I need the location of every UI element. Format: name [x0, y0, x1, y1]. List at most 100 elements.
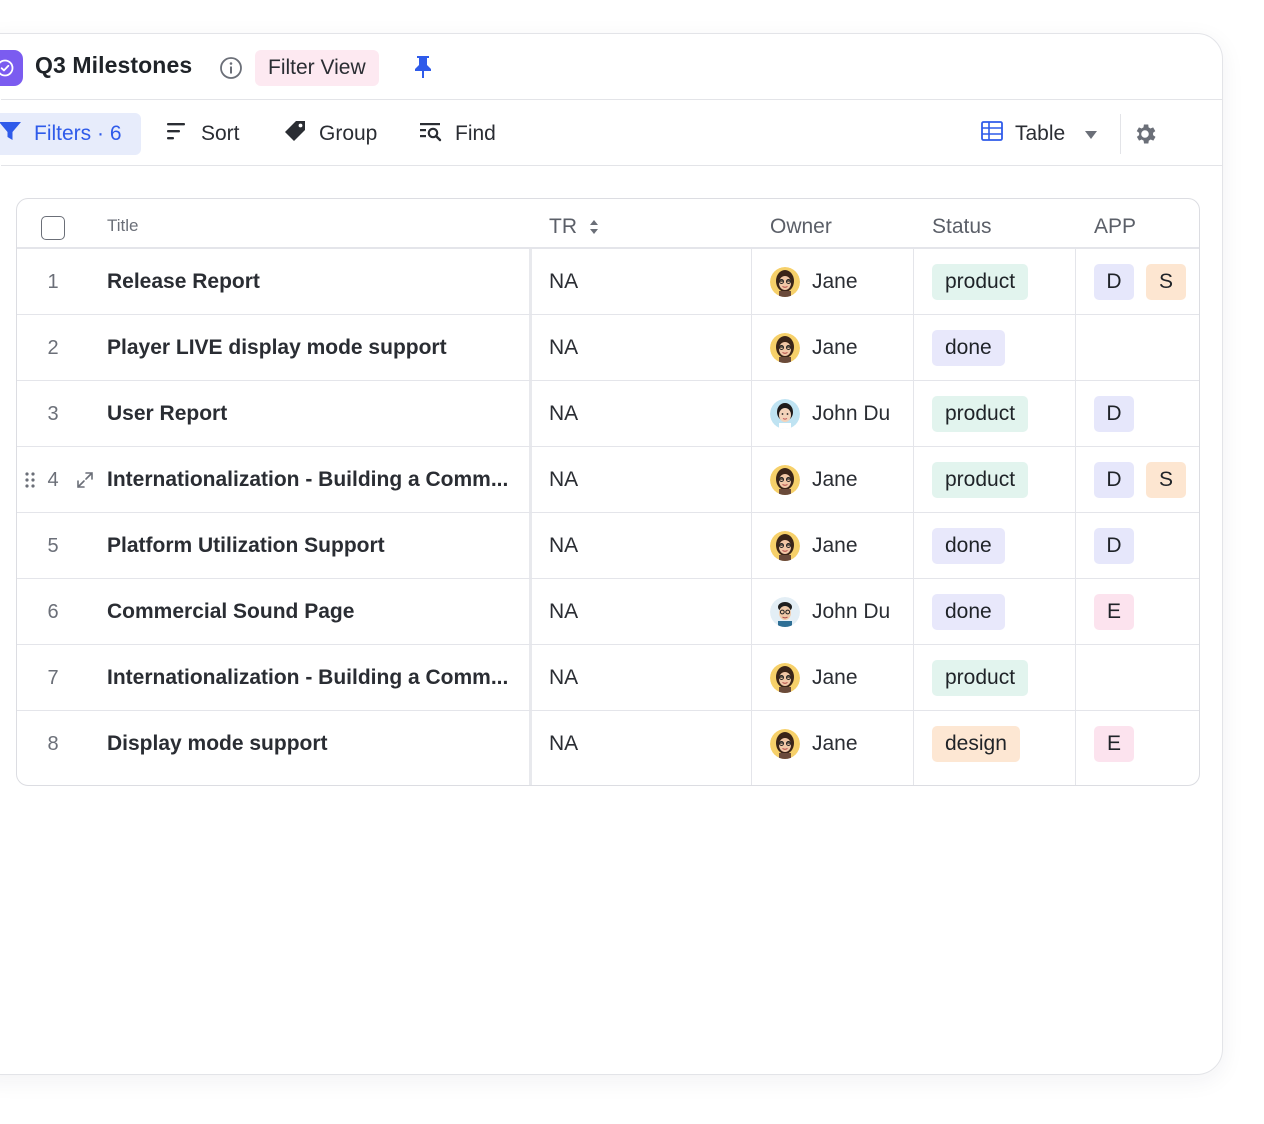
cell-app[interactable]: D — [1094, 381, 1134, 447]
table-row[interactable]: 2 Player LIVE display mode support NA Jane d… — [17, 315, 1199, 381]
cell-title[interactable]: Display mode support — [107, 711, 527, 777]
tag-icon — [283, 119, 319, 149]
app-badge: D — [1094, 396, 1134, 432]
funnel-icon — [0, 120, 34, 148]
row-number: 3 — [47, 402, 59, 425]
status-tag: done — [932, 594, 1005, 630]
cell-owner[interactable]: Jane — [770, 249, 858, 315]
avatar — [770, 531, 800, 561]
cell-status[interactable]: done — [932, 315, 1005, 381]
table-icon — [981, 121, 1015, 147]
cell-tr[interactable]: NA — [549, 381, 578, 447]
cell-status[interactable]: product — [932, 249, 1029, 315]
info-icon[interactable] — [219, 56, 243, 80]
pin-icon[interactable] — [411, 54, 435, 80]
caret-down-icon — [1085, 122, 1109, 146]
cell-tr[interactable]: NA — [549, 315, 578, 381]
cell-tr[interactable]: NA — [549, 447, 578, 513]
find-label: Find — [455, 122, 496, 145]
cell-tr[interactable]: NA — [549, 711, 578, 777]
group-button[interactable]: Group — [283, 113, 377, 155]
cell-status[interactable]: done — [932, 579, 1005, 645]
drag-handle-icon[interactable] — [25, 472, 35, 488]
column-header-app[interactable]: APP — [1094, 199, 1136, 249]
status-tag: product — [932, 396, 1029, 432]
sort-arrows-icon[interactable] — [588, 217, 600, 237]
select-all-checkbox[interactable] — [41, 216, 65, 240]
app-badge: S — [1146, 264, 1186, 300]
cell-owner[interactable]: John Du — [770, 381, 890, 447]
find-icon — [419, 120, 455, 148]
status-tag: product — [932, 660, 1029, 696]
cell-title[interactable]: Commercial Sound Page — [107, 579, 527, 645]
group-label: Group — [319, 122, 378, 145]
filter-view-badge[interactable]: Filter View — [255, 50, 379, 86]
table-header: Title TR Owner Status APP — [17, 199, 1199, 249]
row-number: 5 — [47, 534, 59, 557]
cell-title[interactable]: User Report — [107, 381, 527, 447]
cell-title[interactable]: Internationalization - Building a Comm..… — [107, 645, 527, 711]
column-header-title[interactable]: Title — [107, 199, 139, 249]
cell-tr[interactable]: NA — [549, 249, 578, 315]
app-badge: D — [1094, 264, 1134, 300]
cell-tr[interactable]: NA — [549, 513, 578, 579]
status-tag: done — [932, 330, 1005, 366]
cell-status[interactable]: product — [932, 645, 1029, 711]
cell-app[interactable]: DS — [1094, 249, 1186, 315]
column-header-owner[interactable]: Owner — [770, 199, 832, 249]
filters-label: Filters · 6 — [34, 122, 122, 145]
check-circle-icon[interactable] — [0, 50, 23, 86]
row-number: 6 — [47, 600, 59, 623]
view-label: Table — [1015, 122, 1066, 145]
cell-status[interactable]: design — [932, 711, 1020, 777]
row-number: 4 — [47, 468, 59, 491]
table-row[interactable]: 1 Release Report NA Jane product D S — [17, 249, 1199, 315]
cell-app[interactable]: E — [1094, 711, 1134, 777]
table-view-panel: Q3 Milestones Filter View Filters · 6 So… — [0, 33, 1223, 1075]
cell-app[interactable]: E — [1094, 579, 1134, 645]
status-tag: product — [932, 264, 1029, 300]
cell-title[interactable]: Platform Utilization Support — [107, 513, 527, 579]
cell-app[interactable]: DS — [1094, 447, 1186, 513]
cell-owner[interactable]: Jane — [770, 513, 858, 579]
cell-owner[interactable]: John Du — [770, 579, 890, 645]
cell-title[interactable]: Internationalization - Building a Comm..… — [107, 447, 527, 513]
table-row[interactable]: 3 User Report NA John Du product D — [17, 381, 1199, 447]
view-switcher[interactable]: Table — [981, 113, 1109, 155]
table-row[interactable]: 7 Internationalization - Building a Comm.… — [17, 645, 1199, 711]
cell-owner[interactable]: Jane — [770, 315, 858, 381]
owner-name: John Du — [812, 402, 891, 425]
find-button[interactable]: Find — [419, 113, 496, 155]
expand-record-icon[interactable] — [75, 470, 95, 490]
table-row[interactable]: 8 Display mode support NA Jane design E — [17, 711, 1199, 777]
view-header: Q3 Milestones Filter View — [0, 34, 1222, 100]
cell-owner[interactable]: Jane — [770, 711, 858, 777]
cell-status[interactable]: product — [932, 447, 1029, 513]
sort-label: Sort — [201, 122, 240, 145]
table-row[interactable]: 5 Platform Utilization Support NA Jane done D — [17, 513, 1199, 579]
cell-tr[interactable]: NA — [549, 645, 578, 711]
cell-app[interactable]: D — [1094, 513, 1134, 579]
cell-status[interactable]: product — [932, 381, 1029, 447]
row-number: 7 — [47, 666, 59, 689]
owner-name: Jane — [812, 732, 858, 755]
table-row[interactable]: 4 Internationalization - Building a Comm.… — [17, 447, 1199, 513]
app-badge: D — [1094, 462, 1134, 498]
avatar — [770, 597, 800, 627]
cell-owner[interactable]: Jane — [770, 447, 858, 513]
column-header-tr[interactable]: TR — [549, 199, 577, 249]
status-tag: done — [932, 528, 1005, 564]
app-badge: S — [1146, 462, 1186, 498]
cell-tr[interactable]: NA — [549, 579, 578, 645]
filters-button[interactable]: Filters · 6 — [0, 113, 141, 155]
cell-owner[interactable]: Jane — [770, 645, 858, 711]
cell-title[interactable]: Release Report — [107, 249, 527, 315]
cell-title[interactable]: Player LIVE display mode support — [107, 315, 527, 381]
gear-icon[interactable] — [1132, 121, 1158, 147]
column-header-status[interactable]: Status — [932, 199, 992, 249]
owner-name: Jane — [812, 468, 858, 491]
row-number: 1 — [47, 270, 59, 293]
sort-button[interactable]: Sort — [165, 113, 240, 155]
cell-status[interactable]: done — [932, 513, 1005, 579]
table-row[interactable]: 6 Commercial Sound Page NA John Du done E — [17, 579, 1199, 645]
